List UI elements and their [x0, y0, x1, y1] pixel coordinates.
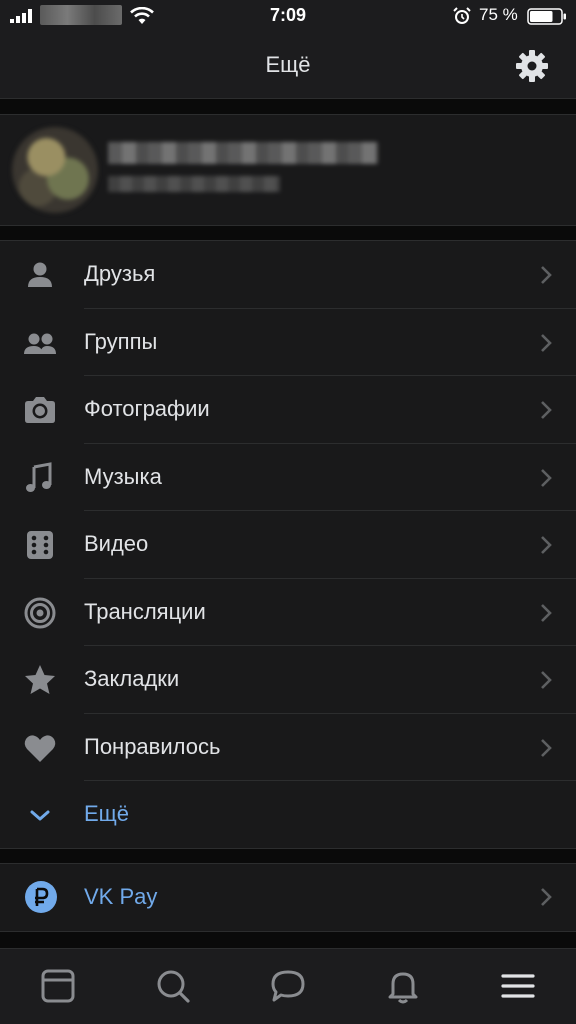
vk-pay-item[interactable]: VK Pay	[0, 863, 576, 932]
ruble-icon	[25, 881, 57, 913]
camera-icon	[25, 397, 55, 423]
news-icon[interactable]	[39, 967, 77, 1005]
app-screen: 7:09 75 % Ещё Друзья Группы Фотографии М…	[0, 0, 576, 1024]
profile-card[interactable]	[0, 114, 576, 226]
menu-item-more[interactable]: Ещё	[0, 781, 576, 849]
star-icon	[25, 665, 55, 694]
page-title: Ещё	[265, 52, 311, 77]
profile-name-blurred	[108, 142, 378, 164]
more-label: Ещё	[84, 801, 130, 826]
group-icon	[24, 333, 56, 354]
chevron-right-icon	[541, 603, 552, 622]
menu-item-label: Группы	[84, 328, 158, 354]
profile-status-blurred	[108, 176, 280, 192]
chevron-right-icon	[541, 671, 552, 689]
menu-item-label: Музыка	[84, 463, 162, 489]
menu-item-liked[interactable]: Понравилось	[0, 714, 576, 781]
menu-item-label: Видео	[84, 531, 149, 556]
chevron-right-icon	[541, 738, 552, 757]
heart-icon	[24, 734, 56, 762]
broadcast-icon	[24, 597, 56, 628]
menu-item-broadcasts[interactable]: Трансляции	[0, 579, 576, 646]
video-icon	[27, 531, 53, 559]
nav-header: Ещё	[0, 32, 576, 99]
menu-item-label: Фотографии	[84, 396, 210, 421]
chevron-right-icon	[541, 333, 552, 352]
menu-item-label: Закладки	[84, 666, 180, 691]
battery-percent: 75 %	[479, 5, 518, 24]
menu-icon[interactable]	[499, 967, 537, 1005]
status-bar: 7:09 75 %	[0, 0, 576, 32]
avatar[interactable]	[12, 127, 98, 213]
vk-pay-label: VK Pay	[84, 884, 158, 909]
menu-item-photos[interactable]: Фотографии	[0, 376, 576, 444]
menu-item-label: Трансляции	[84, 598, 206, 624]
gear-icon[interactable]	[512, 46, 552, 86]
menu-list: Друзья Группы Фотографии Музыка Видео Тр…	[0, 240, 576, 849]
menu-item-music[interactable]: Музыка	[0, 444, 576, 511]
menu-item-video[interactable]: Видео	[0, 511, 576, 579]
tab-bar	[0, 948, 576, 1024]
chevron-right-icon	[541, 888, 552, 906]
music-note-icon	[26, 461, 52, 492]
chevron-down-icon	[30, 810, 50, 821]
battery-icon	[527, 8, 566, 25]
chevron-right-icon	[541, 536, 552, 554]
messages-icon[interactable]	[269, 967, 307, 1005]
alarm-icon	[453, 7, 471, 24]
menu-item-bookmarks[interactable]: Закладки	[0, 646, 576, 714]
chevron-right-icon	[541, 401, 552, 419]
chevron-right-icon	[541, 266, 552, 284]
menu-item-label: Понравилось	[84, 733, 221, 759]
menu-item-friends[interactable]: Друзья	[0, 241, 576, 309]
search-icon[interactable]	[154, 967, 192, 1005]
notifications-icon[interactable]	[384, 967, 422, 1005]
person-icon	[28, 262, 52, 287]
menu-item-label: Друзья	[84, 261, 156, 286]
menu-item-groups[interactable]: Группы	[0, 309, 576, 376]
chevron-right-icon	[541, 468, 552, 487]
